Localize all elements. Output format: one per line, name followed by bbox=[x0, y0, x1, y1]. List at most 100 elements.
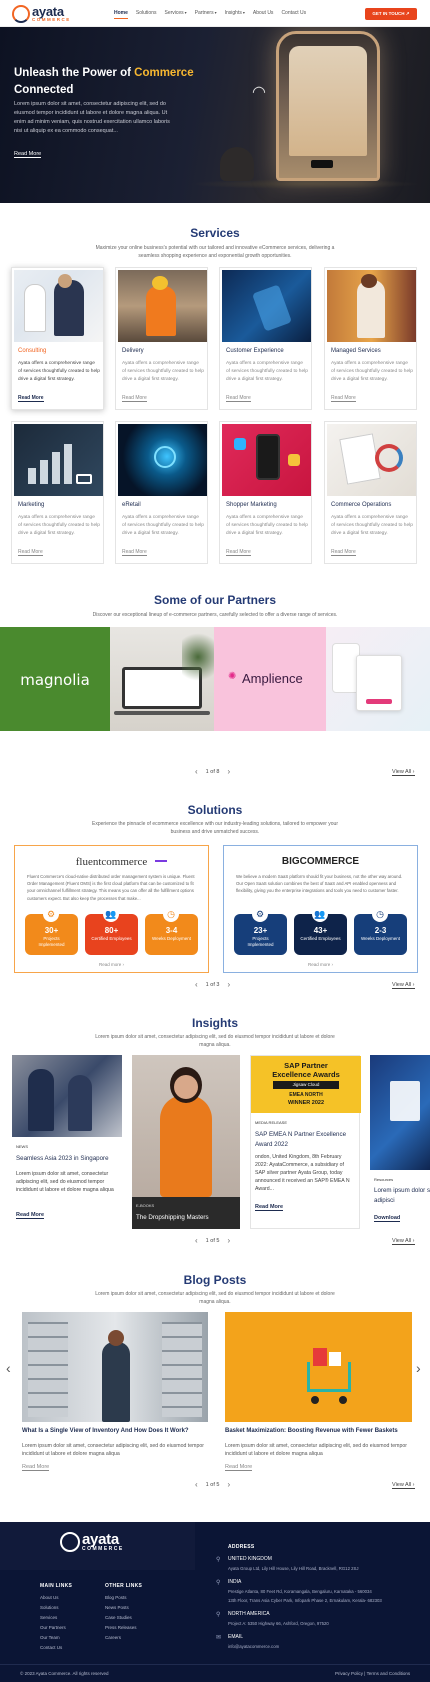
blog-post-image-basket[interactable] bbox=[225, 1312, 412, 1422]
partners-pager: ‹ 1 of 8 › bbox=[195, 767, 231, 776]
insight-read-more-link[interactable]: Read More bbox=[255, 1204, 284, 1211]
prev-arrow-icon[interactable]: ‹ bbox=[195, 1480, 198, 1489]
blog-post-image-inventory[interactable] bbox=[22, 1312, 208, 1422]
footer-link-services[interactable]: Services bbox=[40, 1615, 57, 1620]
nav-insights[interactable]: Insights▾ bbox=[225, 10, 245, 19]
footer-link-about[interactable]: About Us bbox=[40, 1595, 59, 1600]
legal-links[interactable]: Privacy Policy | Terms and Conditions bbox=[335, 1671, 410, 1676]
solution-card-fluentcommerce[interactable]: fluentcommerce Fluent Commerce's cloud-n… bbox=[14, 845, 209, 973]
insight-read-more-link[interactable]: Read More bbox=[16, 1212, 45, 1219]
insights-view-all-link[interactable]: View All › bbox=[392, 1238, 415, 1245]
clock-icon: ◷ bbox=[163, 906, 179, 922]
service-card-eretail[interactable]: eRetail Ayata offers a comprehensive ran… bbox=[115, 421, 208, 564]
nav-services[interactable]: Services▾ bbox=[164, 10, 186, 19]
footer-link-solutions[interactable]: Solutions bbox=[40, 1605, 59, 1610]
footer-link-press[interactable]: Press Releases bbox=[105, 1625, 137, 1630]
partner-magnolia[interactable]: magnolia bbox=[0, 627, 110, 731]
delivery-image bbox=[118, 270, 207, 342]
solutions-subtitle: Experience the pinnacle of ecommerce exc… bbox=[92, 821, 338, 835]
blog-next-arrow-icon[interactable]: › bbox=[416, 1360, 421, 1376]
service-read-more-link[interactable]: Read More bbox=[331, 549, 356, 556]
prev-arrow-icon[interactable]: ‹ bbox=[195, 980, 198, 989]
footer-link-news[interactable]: News Posts bbox=[105, 1605, 129, 1610]
site-footer: ayata COMMERCE MAIN LINKS About Us Solut… bbox=[0, 1522, 430, 1682]
solution-read-more-link[interactable]: Read more › bbox=[224, 962, 417, 967]
service-name: Shopper Marketing bbox=[226, 502, 277, 508]
service-card-managed-services[interactable]: Managed Services Ayata offers a comprehe… bbox=[324, 267, 417, 410]
insight-title: SAP EMEA N Partner Excellence Award 2022 bbox=[255, 1131, 347, 1148]
insight-title: Seamless Asia 2023 in Singapore bbox=[16, 1155, 109, 1162]
service-read-more-link[interactable]: Read More bbox=[226, 549, 251, 556]
footer-link-team[interactable]: Our Team bbox=[40, 1635, 60, 1640]
insight-card-media-release[interactable]: SAP Partner Excellence Awards Jigsaw Clo… bbox=[250, 1055, 361, 1229]
footer-link-partners[interactable]: Our Partners bbox=[40, 1625, 66, 1630]
insight-description: ondon, United Kingdom, 8th February 2022… bbox=[255, 1154, 350, 1192]
footer-link-case-studies[interactable]: Case Studies bbox=[105, 1615, 132, 1620]
marketing-image bbox=[14, 424, 103, 496]
nav-partners[interactable]: Partners▾ bbox=[195, 10, 217, 19]
service-card-marketing[interactable]: Marketing Ayata offers a comprehensive r… bbox=[11, 421, 104, 564]
nav-about[interactable]: About Us bbox=[253, 10, 274, 19]
hero-description: Lorem ipsum dolor sit amet, consectetur … bbox=[14, 101, 170, 134]
blog-prev-arrow-icon[interactable]: ‹ bbox=[6, 1360, 11, 1376]
insight-download-link[interactable]: Download bbox=[374, 1215, 401, 1222]
hero-read-more-link[interactable]: Read More bbox=[14, 151, 42, 158]
service-read-more-link[interactable]: Read More bbox=[122, 549, 147, 556]
insight-card-resources[interactable]: Resources Lorem ipsum dolor s consectetu… bbox=[370, 1055, 430, 1229]
partner-laptop-image[interactable] bbox=[110, 627, 214, 731]
next-arrow-icon[interactable]: › bbox=[227, 767, 230, 776]
chevron-down-icon: ▾ bbox=[184, 10, 187, 15]
get-in-touch-button[interactable]: GET IN TOUCH ↗ bbox=[365, 8, 417, 20]
nav-solutions[interactable]: Solutions bbox=[136, 10, 157, 19]
page: ayata COMMERCE Home Solutions Services▾ … bbox=[0, 0, 430, 1682]
next-arrow-icon[interactable]: › bbox=[227, 1236, 230, 1245]
chevron-down-icon: ▾ bbox=[214, 10, 217, 15]
gear-icon: ⚙ bbox=[43, 906, 59, 922]
footer-email-link[interactable]: info@ayatacommerce.com bbox=[228, 1642, 279, 1651]
service-card-consulting[interactable]: Consulting Ayata offers a comprehensive … bbox=[11, 267, 104, 410]
blog-view-all-link[interactable]: View All › bbox=[392, 1482, 415, 1489]
nav-contact[interactable]: Contact Us bbox=[281, 10, 306, 19]
footer-link-blog[interactable]: Blog Posts bbox=[105, 1595, 127, 1600]
prev-arrow-icon[interactable]: ‹ bbox=[195, 1236, 198, 1245]
blog-read-more-link[interactable]: Read More bbox=[22, 1464, 50, 1471]
footer-link-contact[interactable]: Contact Us bbox=[40, 1645, 62, 1650]
service-card-shopper-marketing[interactable]: Shopper Marketing Ayata offers a compreh… bbox=[219, 421, 312, 564]
prev-arrow-icon[interactable]: ‹ bbox=[195, 767, 198, 776]
service-read-more-link[interactable]: Read More bbox=[18, 395, 44, 402]
blog-read-more-link[interactable]: Read More bbox=[225, 1464, 253, 1471]
logo-mark-icon bbox=[60, 1532, 80, 1552]
service-read-more-link[interactable]: Read More bbox=[122, 395, 147, 402]
solution-description: We believe a modern SaaS platform should… bbox=[236, 874, 403, 894]
nav-home[interactable]: Home bbox=[114, 10, 128, 19]
insights-subtitle: Lorem ipsum dolor sit amet, consectetur … bbox=[95, 1034, 335, 1048]
insight-card-news[interactable]: NEWS Seamless Asia 2023 in Singapore Lor… bbox=[12, 1055, 122, 1229]
footer-logo[interactable]: ayata COMMERCE bbox=[60, 1532, 124, 1552]
partner-amplience[interactable]: ✺ Amplience bbox=[214, 627, 326, 731]
magnolia-logo: magnolia bbox=[20, 671, 90, 689]
logo[interactable]: ayata COMMERCE bbox=[12, 3, 71, 25]
service-read-more-link[interactable]: Read More bbox=[331, 395, 356, 402]
blog-post-title[interactable]: What Is a Single View of Inventory And H… bbox=[22, 1428, 222, 1434]
service-card-commerce-operations[interactable]: Commerce Operations Ayata offers a compr… bbox=[324, 421, 417, 564]
next-arrow-icon[interactable]: › bbox=[227, 1480, 230, 1489]
users-icon: 👥 bbox=[312, 906, 328, 922]
footer-link-careers[interactable]: Careers bbox=[105, 1635, 121, 1640]
solution-read-more-link[interactable]: Read more › bbox=[15, 962, 208, 967]
service-read-more-link[interactable]: Read More bbox=[18, 549, 43, 556]
service-card-customer-experience[interactable]: Customer Experience Ayata offers a compr… bbox=[219, 267, 312, 410]
partner-app-screens-image[interactable] bbox=[326, 627, 430, 731]
location-pin-icon: ⚲ bbox=[216, 1580, 221, 1586]
insight-card-ebook[interactable]: E-BOOKS The Dropshipping Masters bbox=[132, 1055, 240, 1229]
solution-card-bigcommerce[interactable]: BIGCOMMERCE We believe a modern SaaS pla… bbox=[223, 845, 418, 973]
stat-projects: ⚙ 23+ Projects Implemented bbox=[234, 906, 287, 955]
service-name: Marketing bbox=[18, 502, 45, 508]
solutions-view-all-link[interactable]: View All › bbox=[392, 982, 415, 989]
insight-description: Lorem ipsum dolor sit amet, consectetur … bbox=[16, 1171, 114, 1193]
managed-services-image bbox=[327, 270, 416, 342]
partners-view-all-link[interactable]: View All › bbox=[392, 769, 415, 776]
next-arrow-icon[interactable]: › bbox=[227, 980, 230, 989]
service-read-more-link[interactable]: Read More bbox=[226, 395, 251, 402]
service-card-delivery[interactable]: Delivery Ayata offers a comprehensive ra… bbox=[115, 267, 208, 410]
blog-post-title[interactable]: Basket Maximization: Boosting Revenue wi… bbox=[225, 1428, 425, 1434]
